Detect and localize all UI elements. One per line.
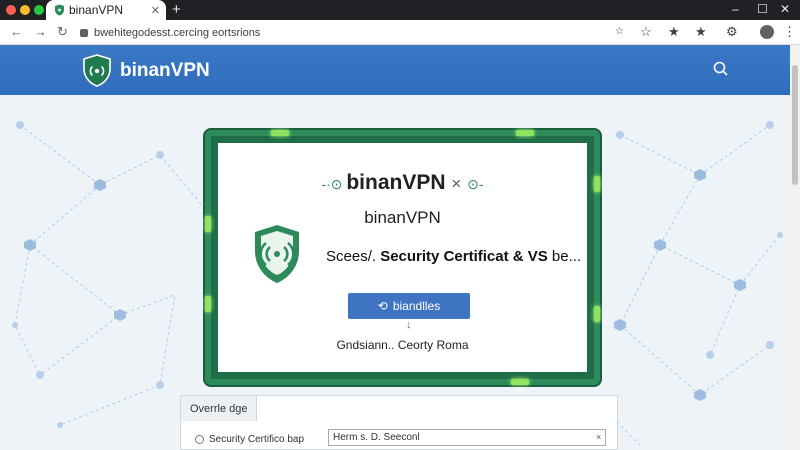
brand-name: binanVPN <box>120 59 210 81</box>
tab-shield-icon <box>55 4 64 16</box>
shield-wifi-icon <box>83 54 111 87</box>
page-scrollbar[interactable] <box>790 45 800 450</box>
cert-prefix: Scees/. <box>326 248 381 265</box>
override-panel: Overrle dge Security Certifico bap Herm … <box>180 395 618 450</box>
override-tab[interactable]: Overrle dge <box>181 396 257 421</box>
back-icon[interactable]: ← <box>10 24 23 39</box>
maximize-window-dot[interactable] <box>34 5 44 15</box>
maximize-icon[interactable]: ☐ <box>757 2 768 16</box>
starred-icon[interactable]: ★ <box>695 24 707 40</box>
brand[interactable]: binanVPN <box>82 54 210 87</box>
address-bar[interactable]: bwehitegodesst.cercing eortsrions <box>80 23 610 42</box>
certificate-text: Scees/. Security Certificat & VS be... <box>326 248 581 265</box>
close-icon[interactable]: ✕ <box>780 2 790 16</box>
new-tab-button[interactable]: + <box>172 1 181 18</box>
override-row[interactable]: Security Certifico bap <box>195 434 304 445</box>
radio-button[interactable] <box>195 435 204 444</box>
address-text: bwehitegodesst.cercing eortsrions <box>94 26 261 39</box>
frame-led <box>594 176 600 192</box>
arrow-down-icon: ↓ <box>406 319 412 331</box>
site-header: binanVPN <box>0 45 800 95</box>
frame-led <box>511 379 529 385</box>
cert-suffix: be... <box>547 248 582 265</box>
frame-led <box>271 130 289 136</box>
link-right-icon: ⊙- <box>467 176 484 192</box>
card-title-text: binanVPN <box>346 171 446 194</box>
forward-icon[interactable]: → <box>34 24 47 39</box>
minimize-icon[interactable]: – <box>732 2 739 16</box>
browser-tabstrip: binanVPN ✕ + – ☐ ✕ <box>0 0 800 20</box>
scrollbar-thumb[interactable] <box>792 65 798 185</box>
menu-kebab-icon[interactable]: ⋮ <box>783 24 796 40</box>
minimize-window-dot[interactable] <box>20 5 30 15</box>
title-separator: × <box>451 174 462 193</box>
tab-title: binanVPN <box>69 3 124 17</box>
bookmark-star-icon[interactable]: ☆ <box>640 24 652 40</box>
extension-star-icon[interactable]: ★ <box>668 24 680 40</box>
link-left-icon: -·⊙ <box>321 176 347 192</box>
frame-led <box>205 296 211 312</box>
extensions-gear-icon[interactable]: ⚙ <box>726 24 738 40</box>
clear-input-icon[interactable]: × <box>596 432 601 442</box>
close-window-dot[interactable] <box>6 5 16 15</box>
site-info-icon[interactable]: ☆ <box>615 26 624 37</box>
lock-icon <box>80 28 88 37</box>
frame-led <box>594 306 600 322</box>
bundles-button[interactable]: ⟲ biandlles <box>348 293 470 319</box>
reload-icon[interactable]: ↻ <box>57 24 68 40</box>
override-row-label: Security Certifico bap <box>209 434 305 445</box>
shield-wifi-icon <box>255 225 299 283</box>
frame-led <box>205 216 211 232</box>
cert-main: Security Certificat & VS <box>380 248 548 265</box>
tab-close-icon[interactable]: ✕ <box>151 4 160 17</box>
override-input[interactable]: Herm s. D. Seeconl <box>328 429 606 446</box>
browser-tab[interactable]: binanVPN ✕ <box>46 0 166 20</box>
bundles-button-label: biandlles <box>392 299 441 313</box>
certificate-caption: Gndsiann.. Ceorty Roma <box>336 338 469 352</box>
profile-avatar[interactable] <box>760 25 774 39</box>
link-icon: ⟲ <box>377 299 388 313</box>
browser-toolbar: ← → ↻ bwehitegodesst.cercing eortsrions … <box>0 20 800 45</box>
certificate-frame: -·⊙ binanVPN × ⊙- binanVPN Scees/. Secur… <box>205 130 600 385</box>
search-icon[interactable] <box>712 60 730 78</box>
card-title: -·⊙ binanVPN × ⊙- <box>218 171 587 195</box>
frame-led <box>516 130 534 136</box>
certificate-card: -·⊙ binanVPN × ⊙- binanVPN Scees/. Secur… <box>218 143 587 372</box>
